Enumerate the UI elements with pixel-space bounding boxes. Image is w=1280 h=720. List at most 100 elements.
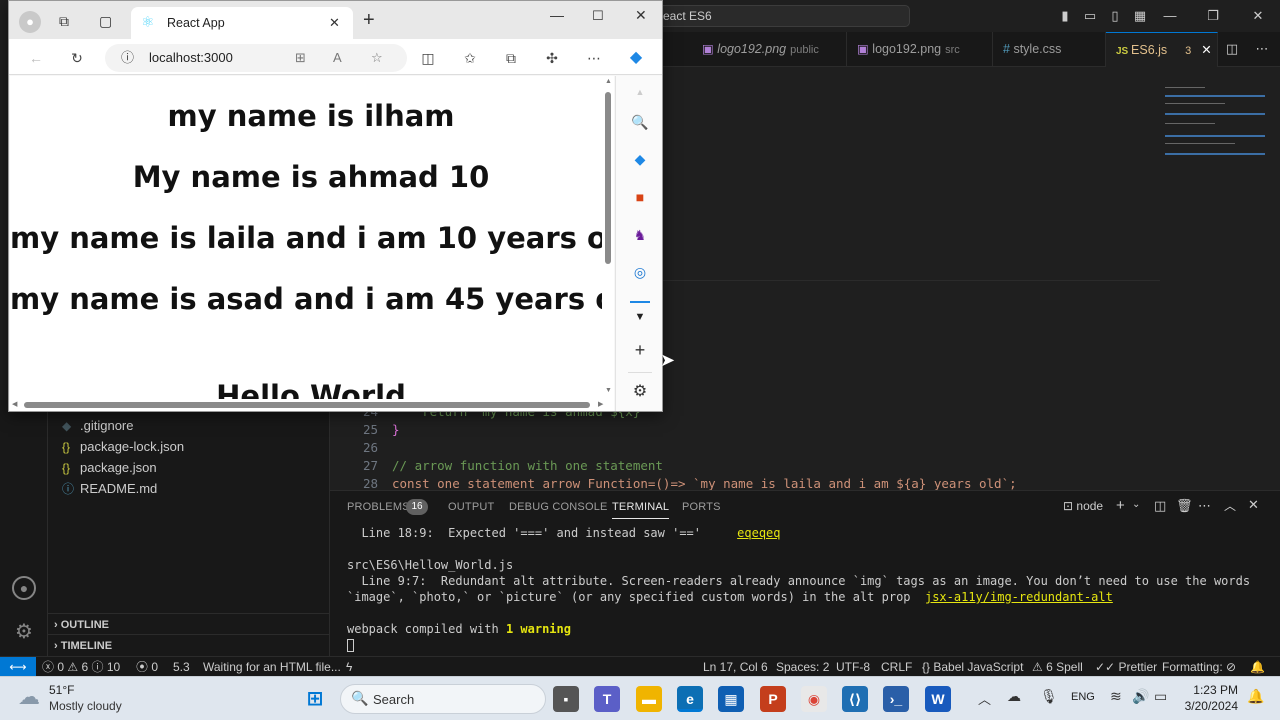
cursor-position[interactable]: Ln 17, Col 6 bbox=[703, 657, 768, 677]
customize-layout-icon[interactable]: ▦ bbox=[1130, 6, 1150, 26]
more-actions-icon[interactable]: ⋯ bbox=[1252, 39, 1272, 59]
scroll-right-icon[interactable]: ▶ bbox=[598, 400, 603, 408]
close-panel-icon[interactable]: ✕ bbox=[1248, 497, 1259, 513]
app-available-icon[interactable]: ⊞ bbox=[295, 44, 306, 72]
scroll-thumb[interactable] bbox=[605, 92, 611, 264]
taskbar-search[interactable]: 🔍 Search bbox=[340, 684, 546, 714]
tab-logo192-public[interactable]: ▣ logo192.png public bbox=[692, 32, 847, 67]
horizontal-scrollbar[interactable]: ◀ ▶ bbox=[10, 399, 614, 411]
tab-es6-js[interactable]: JS ES6.js 3 ✕ bbox=[1106, 32, 1218, 67]
formatting-status[interactable]: Formatting: ⊘ bbox=[1162, 657, 1236, 677]
back-icon[interactable]: ← bbox=[26, 48, 46, 68]
more-actions-icon[interactable]: ⋯ bbox=[1198, 498, 1211, 514]
new-tab-icon[interactable]: + bbox=[363, 9, 375, 32]
live-server-status[interactable]: Waiting for an HTML file... bbox=[203, 657, 341, 677]
close-icon[interactable]: ✕ bbox=[1248, 6, 1268, 26]
tab-actions-icon[interactable]: ▢ bbox=[99, 13, 112, 30]
tab-problems[interactable]: PROBLEMS bbox=[347, 501, 410, 513]
clock-date[interactable]: 3/20/2024 bbox=[1180, 699, 1238, 713]
notifications-icon[interactable]: 🔔 bbox=[1250, 657, 1265, 677]
word-icon[interactable]: W bbox=[925, 686, 951, 712]
input-language[interactable]: ENG bbox=[1071, 691, 1095, 703]
weather-cloud-icon[interactable]: ☁ bbox=[18, 684, 40, 710]
browser-tab[interactable]: ⚛ React App ✕ bbox=[131, 7, 353, 39]
close-tab-icon[interactable]: ✕ bbox=[1201, 43, 1211, 57]
close-window-icon[interactable]: ✕ bbox=[635, 7, 647, 24]
favorites-icon[interactable]: ✩ bbox=[460, 48, 480, 68]
more-menu-icon[interactable]: ⋯ bbox=[584, 48, 604, 68]
file-package-json[interactable]: {} package.json bbox=[62, 458, 157, 478]
spell-status[interactable]: ⚠ 6 Spell bbox=[1032, 657, 1083, 677]
language-mode[interactable]: {} Babel JavaScript bbox=[922, 657, 1023, 677]
search-icon[interactable]: 🔍 bbox=[630, 112, 650, 132]
restore-icon[interactable]: ❐ bbox=[1203, 6, 1223, 26]
minimap[interactable] bbox=[1165, 83, 1275, 173]
chrome-icon[interactable]: ◉ bbox=[801, 686, 827, 712]
workspaces-icon[interactable]: ⧉ bbox=[59, 13, 69, 30]
rule-link[interactable]: eqeqeq bbox=[737, 526, 780, 540]
powershell-icon[interactable]: ›_ bbox=[883, 686, 909, 712]
teams-icon[interactable]: T bbox=[594, 686, 620, 712]
sidebar-scroll-up-icon[interactable]: ▲ bbox=[630, 82, 650, 102]
microsoft365-icon[interactable]: ◎ bbox=[630, 262, 650, 282]
sidebar-settings-icon[interactable]: ⚙ bbox=[630, 382, 650, 402]
refresh-icon[interactable]: ↻ bbox=[67, 48, 87, 68]
shopping-tag-icon[interactable]: ◆ bbox=[630, 149, 650, 169]
minimize-icon[interactable]: — bbox=[550, 7, 564, 23]
remote-icon[interactable]: ⟷ bbox=[0, 657, 36, 677]
settings-gear-icon[interactable]: ⚙ bbox=[12, 620, 36, 644]
chevron-down-icon[interactable]: ⌄ bbox=[1132, 499, 1140, 510]
terminal-selector[interactable]: ⊡ node bbox=[1063, 499, 1103, 513]
toggle-secondary-sidebar-icon[interactable]: ▯ bbox=[1105, 6, 1125, 26]
show-hidden-icons[interactable]: ︿ bbox=[978, 689, 991, 708]
tab-output[interactable]: OUTPUT bbox=[448, 501, 494, 513]
scroll-left-icon[interactable]: ◀ bbox=[12, 400, 17, 408]
file-explorer-icon[interactable]: ▬ bbox=[636, 686, 662, 712]
weather-temp[interactable]: 51°F bbox=[49, 683, 74, 697]
ports-status[interactable]: ⦿ 0 bbox=[136, 657, 158, 677]
info-icon[interactable]: ⓘ bbox=[121, 44, 134, 72]
volume-icon[interactable]: 🔊 bbox=[1132, 688, 1149, 705]
hscroll-thumb[interactable] bbox=[24, 402, 590, 408]
command-center-search[interactable]: react ES6 bbox=[650, 5, 910, 27]
powerpoint-icon[interactable]: P bbox=[760, 686, 786, 712]
battery-icon[interactable]: ▭ bbox=[1154, 688, 1167, 705]
clock-time[interactable]: 1:23 PM bbox=[1190, 683, 1238, 697]
prettier-status[interactable]: ✓✓ Prettier bbox=[1095, 657, 1157, 677]
indentation[interactable]: Spaces: 2 bbox=[776, 657, 829, 677]
tab-logo192-src[interactable]: ▣ logo192.png src bbox=[847, 32, 993, 67]
collections-icon[interactable]: ⧉ bbox=[501, 48, 521, 68]
toggle-sidebar-icon[interactable]: ▮ bbox=[1055, 6, 1075, 26]
maximize-icon[interactable]: ☐ bbox=[592, 8, 604, 24]
problems-status[interactable]: ⓧ 0 ⚠ 6 ⓘ 10 bbox=[42, 657, 120, 677]
trash-icon[interactable]: 🗑 bbox=[1176, 498, 1193, 514]
encoding[interactable]: UTF-8 bbox=[836, 657, 870, 677]
rule-link[interactable]: jsx-a11y/img-redundant-alt bbox=[925, 590, 1113, 604]
edge-icon[interactable]: e bbox=[677, 686, 703, 712]
maximize-panel-icon[interactable]: ︿ bbox=[1224, 497, 1236, 514]
tab-debug-console[interactable]: DEBUG CONSOLE bbox=[509, 501, 608, 513]
tab-ports[interactable]: PORTS bbox=[682, 501, 721, 513]
tab-terminal[interactable]: TERMINAL bbox=[612, 501, 670, 519]
store-icon[interactable]: ▦ bbox=[718, 686, 744, 712]
favorite-star-icon[interactable]: ☆ bbox=[371, 44, 383, 72]
chevron-down-icon[interactable]: ▼ bbox=[630, 307, 650, 327]
split-screen-icon[interactable]: ◫ bbox=[418, 48, 438, 68]
tab-style-css[interactable]: # style.css bbox=[993, 32, 1106, 67]
split-editor-icon[interactable]: ◫ bbox=[1222, 39, 1242, 59]
lightning-icon[interactable]: ϟ bbox=[346, 657, 352, 677]
split-terminal-icon[interactable]: ◫ bbox=[1154, 498, 1166, 514]
add-app-icon[interactable]: + bbox=[630, 340, 650, 360]
address-bar[interactable]: ⓘ localhost:3000 ⊞ A ☆ bbox=[105, 44, 407, 72]
account-icon[interactable]: ● bbox=[12, 576, 36, 600]
minimize-icon[interactable]: — bbox=[1160, 6, 1180, 26]
timeline-section[interactable]: › TIMELINE bbox=[48, 634, 330, 656]
windows-start-icon[interactable]: ⊞ bbox=[302, 686, 328, 712]
scroll-up-icon[interactable]: ▲ bbox=[605, 78, 612, 85]
task-view-icon[interactable]: ▪ bbox=[553, 686, 579, 712]
close-tab-icon[interactable]: ✕ bbox=[329, 7, 340, 39]
profile-icon[interactable]: ● bbox=[19, 11, 41, 33]
copilot-icon[interactable]: ◆ bbox=[626, 48, 646, 68]
line-ending[interactable]: CRLF bbox=[881, 657, 912, 677]
scroll-down-icon[interactable]: ▼ bbox=[605, 387, 612, 394]
